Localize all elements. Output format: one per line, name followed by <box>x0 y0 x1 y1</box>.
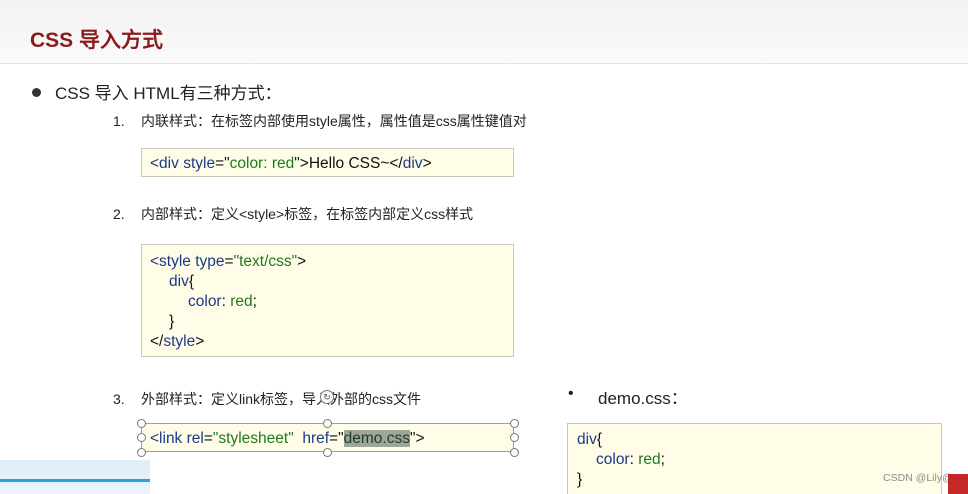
list-item-1: 1. 内联样式：在标签内部使用style属性，属性值是css属性键值对 <box>113 111 527 131</box>
code-token: <div <box>150 155 179 172</box>
list-item-number: 1. <box>113 113 125 129</box>
code-inline-box: <div style="color: red">Hello CSS~</div> <box>141 148 514 177</box>
bottom-decoration <box>0 460 150 494</box>
code-token: style <box>183 155 216 172</box>
demo-label: demo.css： <box>598 389 688 408</box>
resize-handle-icon[interactable] <box>510 448 519 457</box>
list-item-number: 2. <box>113 206 125 222</box>
resize-handle-icon[interactable] <box>137 433 146 442</box>
resize-handle-icon[interactable] <box>510 433 519 442</box>
code-token: >Hello CSS~</ <box>299 155 403 172</box>
code-token: red <box>230 293 253 310</box>
code-token: style <box>163 333 196 350</box>
list-item-number: 3. <box>113 391 125 407</box>
list-item-text: 内部样式：定义<style>标签，在标签内部定义css样式 <box>141 206 474 222</box>
code-token: color <box>188 293 222 310</box>
code-line: color: red; <box>577 450 941 470</box>
code-line: div{ <box>577 430 941 450</box>
bullet-dot-icon <box>32 88 41 97</box>
main-bullet-text: CSS 导入 HTML有三种方式： <box>55 84 282 103</box>
code-token: ; <box>660 451 665 468</box>
code-token: red <box>638 451 661 468</box>
code-token: > <box>195 333 205 350</box>
code-token: =" <box>215 155 230 172</box>
resize-handle-icon[interactable] <box>323 448 332 457</box>
list-item-3: 3. 外部样式：定义link标签，导入外部的css文件 <box>113 389 421 409</box>
title-separator <box>0 63 968 64</box>
resize-handle-icon[interactable] <box>137 419 146 428</box>
code-token: > <box>422 155 432 172</box>
code-token: > <box>297 253 307 270</box>
page-title: CSS 导入方式 <box>30 29 164 52</box>
code-token: ; <box>252 293 257 310</box>
code-token: color <box>596 451 630 468</box>
code-line: </style> <box>150 332 513 352</box>
code-token: color: red <box>229 155 295 172</box>
list-item-text: 外部样式：定义link标签，导入外部的css文件 <box>141 391 422 407</box>
list-item-2: 2. 内部样式：定义<style>标签，在标签内部定义css样式 <box>113 204 473 224</box>
code-token: <style <box>150 253 191 270</box>
bottom-accent-line <box>0 479 150 482</box>
resize-handle-icon[interactable] <box>323 419 332 428</box>
code-token: : <box>221 293 231 310</box>
code-token: : <box>629 451 639 468</box>
code-internal-box: <style type="text/css"> div{color: red;} <… <box>141 244 514 357</box>
watermark: CSDN @Lily@ <box>883 472 953 484</box>
resize-handle-icon[interactable] <box>510 419 519 428</box>
code-line: } <box>169 313 175 330</box>
code-token: "text/css" <box>233 253 298 270</box>
rotate-handle-icon[interactable]: ↻ <box>320 390 334 404</box>
code-token: type <box>190 253 225 270</box>
code-token: </ <box>150 333 164 350</box>
code-token: div <box>577 431 597 448</box>
code-token: div <box>169 273 189 290</box>
demo-bullet-icon: • <box>568 385 574 402</box>
code-line: color: red; <box>150 292 513 312</box>
code-token: div <box>402 155 423 172</box>
main-bullet: CSS 导入 HTML有三种方式： <box>32 79 282 104</box>
code-token: { <box>596 431 603 448</box>
code-token: = <box>224 253 234 270</box>
code-line: div{ <box>150 272 513 292</box>
code-line: <style type="text/css"> <box>150 252 513 272</box>
code-token: { <box>188 273 195 290</box>
resize-handle-icon[interactable] <box>137 448 146 457</box>
corner-badge <box>948 474 968 494</box>
list-item-text: 内联样式：在标签内部使用style属性，属性值是css属性键值对 <box>141 113 527 129</box>
